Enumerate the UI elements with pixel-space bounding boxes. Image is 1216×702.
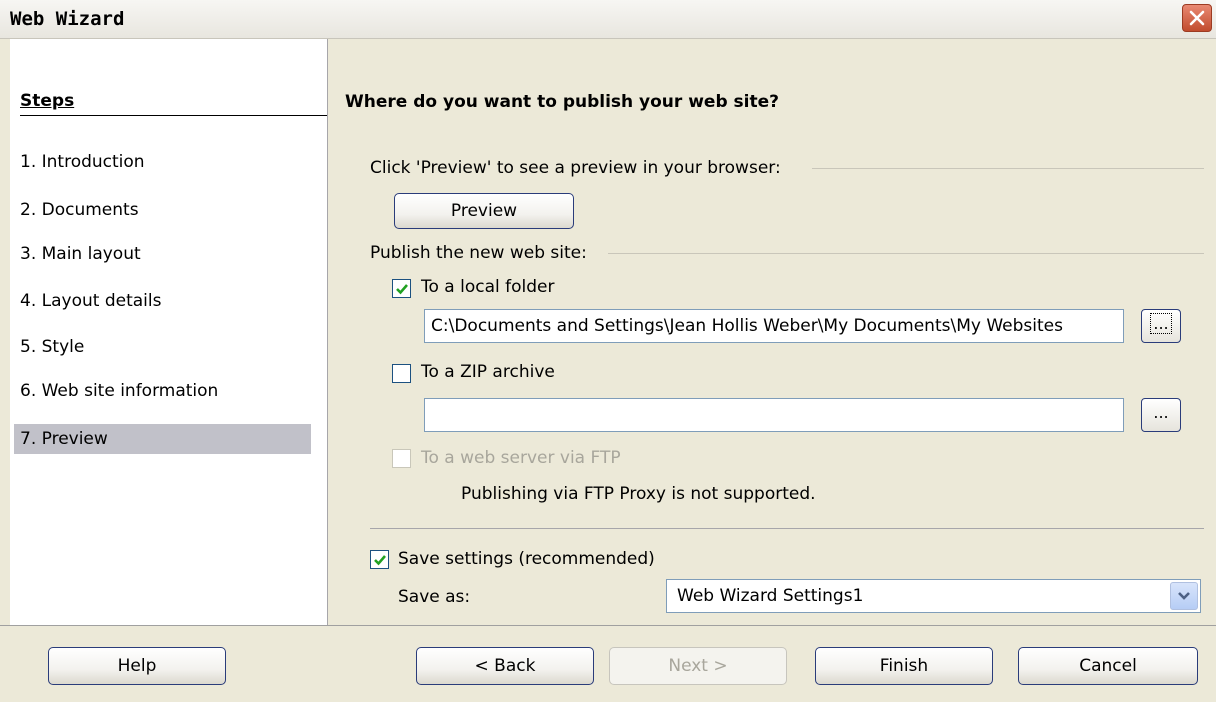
zip-archive-browse-button[interactable]: ... [1141,398,1181,432]
preview-button-label: Preview [450,201,518,221]
ftp-label: To a web server via FTP [421,448,621,468]
steps-title: Steps [20,91,75,111]
preview-section-rule [812,168,1204,169]
finish-button-label: Finish [879,656,929,676]
zip-archive-label[interactable]: To a ZIP archive [421,362,555,382]
local-folder-browse-button[interactable]: ... [1141,309,1181,343]
pane-divider [327,39,328,625]
local-folder-browse-label: ... [1150,313,1172,334]
save-settings-checkbox[interactable] [370,550,389,569]
web-wizard-window: Web Wizard Steps 1. Introduction 2. Docu… [0,0,1216,702]
save-as-value: Web Wizard Settings1 [677,586,864,606]
chevron-down-icon [1178,592,1190,600]
step-style[interactable]: 5. Style [20,332,310,362]
ftp-note: Publishing via FTP Proxy is not supporte… [461,484,816,504]
save-settings-rule [370,528,1204,529]
preview-section-label: Click 'Preview' to see a preview in your… [370,158,781,178]
back-button-label: < Back [474,656,536,676]
step-main-layout[interactable]: 3. Main layout [20,239,310,269]
step-documents[interactable]: 2. Documents [20,195,310,225]
window-title: Web Wizard [10,8,125,30]
checkmark-icon [374,555,386,566]
step-introduction[interactable]: 1. Introduction [20,147,310,177]
save-as-dropdown[interactable]: Web Wizard Settings1 [666,579,1201,613]
local-folder-path-field[interactable]: C:\Documents and Settings\Jean Hollis We… [424,309,1124,343]
checkmark-icon [396,284,408,295]
next-button[interactable]: Next > [609,647,787,685]
title-bar[interactable]: Web Wizard [0,0,1216,39]
preview-button[interactable]: Preview [394,193,574,229]
save-settings-label[interactable]: Save settings (recommended) [398,549,655,569]
ftp-checkbox[interactable] [392,449,411,468]
help-button[interactable]: Help [48,647,226,685]
cancel-button-label: Cancel [1079,656,1137,676]
zip-archive-path-field[interactable] [424,398,1124,432]
step-preview[interactable]: 7. Preview [14,424,311,454]
local-folder-checkbox[interactable] [392,279,411,298]
finish-button[interactable]: Finish [815,647,993,685]
help-button-label: Help [117,656,157,676]
local-folder-label[interactable]: To a local folder [421,277,555,297]
step-layout-details[interactable]: 4. Layout details [20,286,310,316]
zip-archive-checkbox[interactable] [392,364,411,383]
next-button-label: Next > [668,656,728,676]
zip-archive-browse-label: ... [1153,403,1169,422]
publish-section-label: Publish the new web site: [370,243,587,263]
back-button[interactable]: < Back [416,647,594,685]
cancel-button[interactable]: Cancel [1018,647,1198,685]
save-as-label: Save as: [398,587,471,607]
dropdown-arrow-button[interactable] [1170,582,1198,610]
step-web-site-information[interactable]: 6. Web site information [20,376,310,406]
close-button[interactable] [1182,4,1212,32]
page-heading: Where do you want to publish your web si… [345,92,779,112]
close-icon [1189,10,1205,26]
publish-section-rule [608,253,1204,254]
steps-rule [20,115,327,116]
